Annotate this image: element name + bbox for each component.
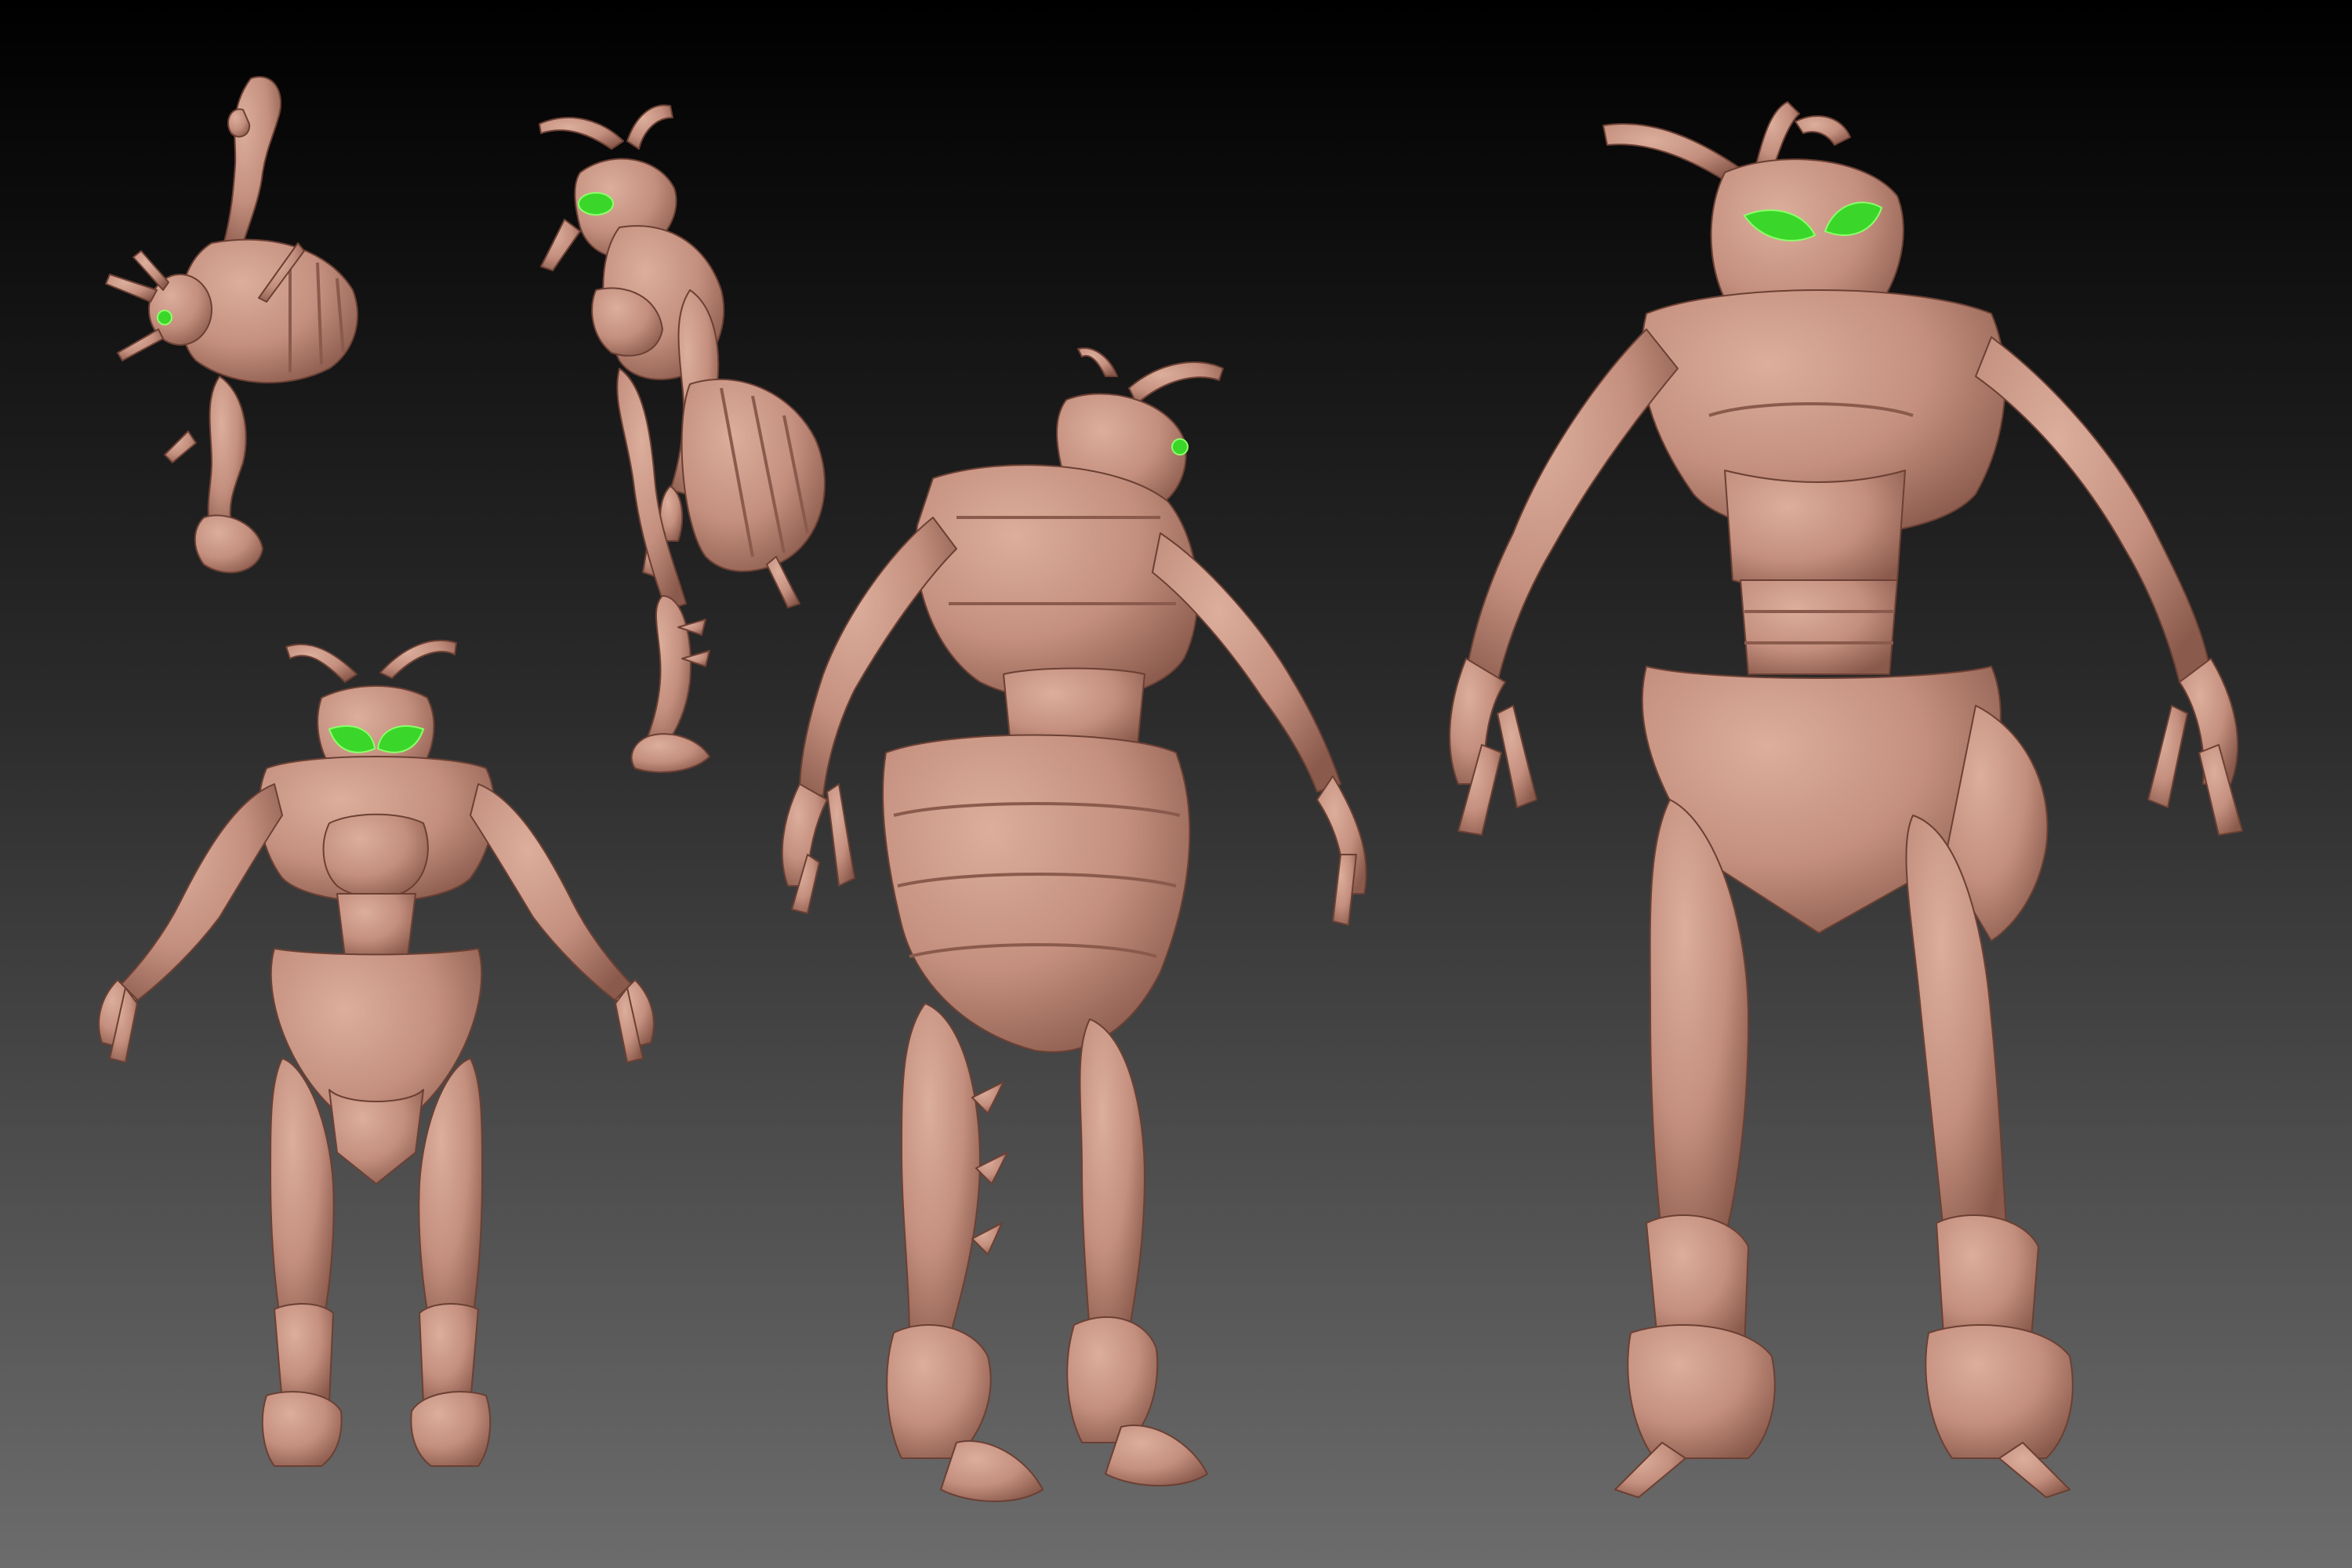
front-large-figure xyxy=(1449,101,2243,1498)
back-view-eye xyxy=(1171,438,1189,456)
back-view-body xyxy=(781,347,1367,1502)
front-view-small-body xyxy=(98,639,655,1467)
top-view-figure xyxy=(105,76,358,574)
side-view-eye xyxy=(578,192,614,216)
top-view-body xyxy=(105,76,358,574)
top-view-eye xyxy=(157,310,172,325)
back-view-figure xyxy=(781,347,1367,1502)
front-large-body xyxy=(1449,101,2243,1498)
front-view-small-figure xyxy=(98,639,655,1467)
render-canvas xyxy=(0,0,2352,1568)
